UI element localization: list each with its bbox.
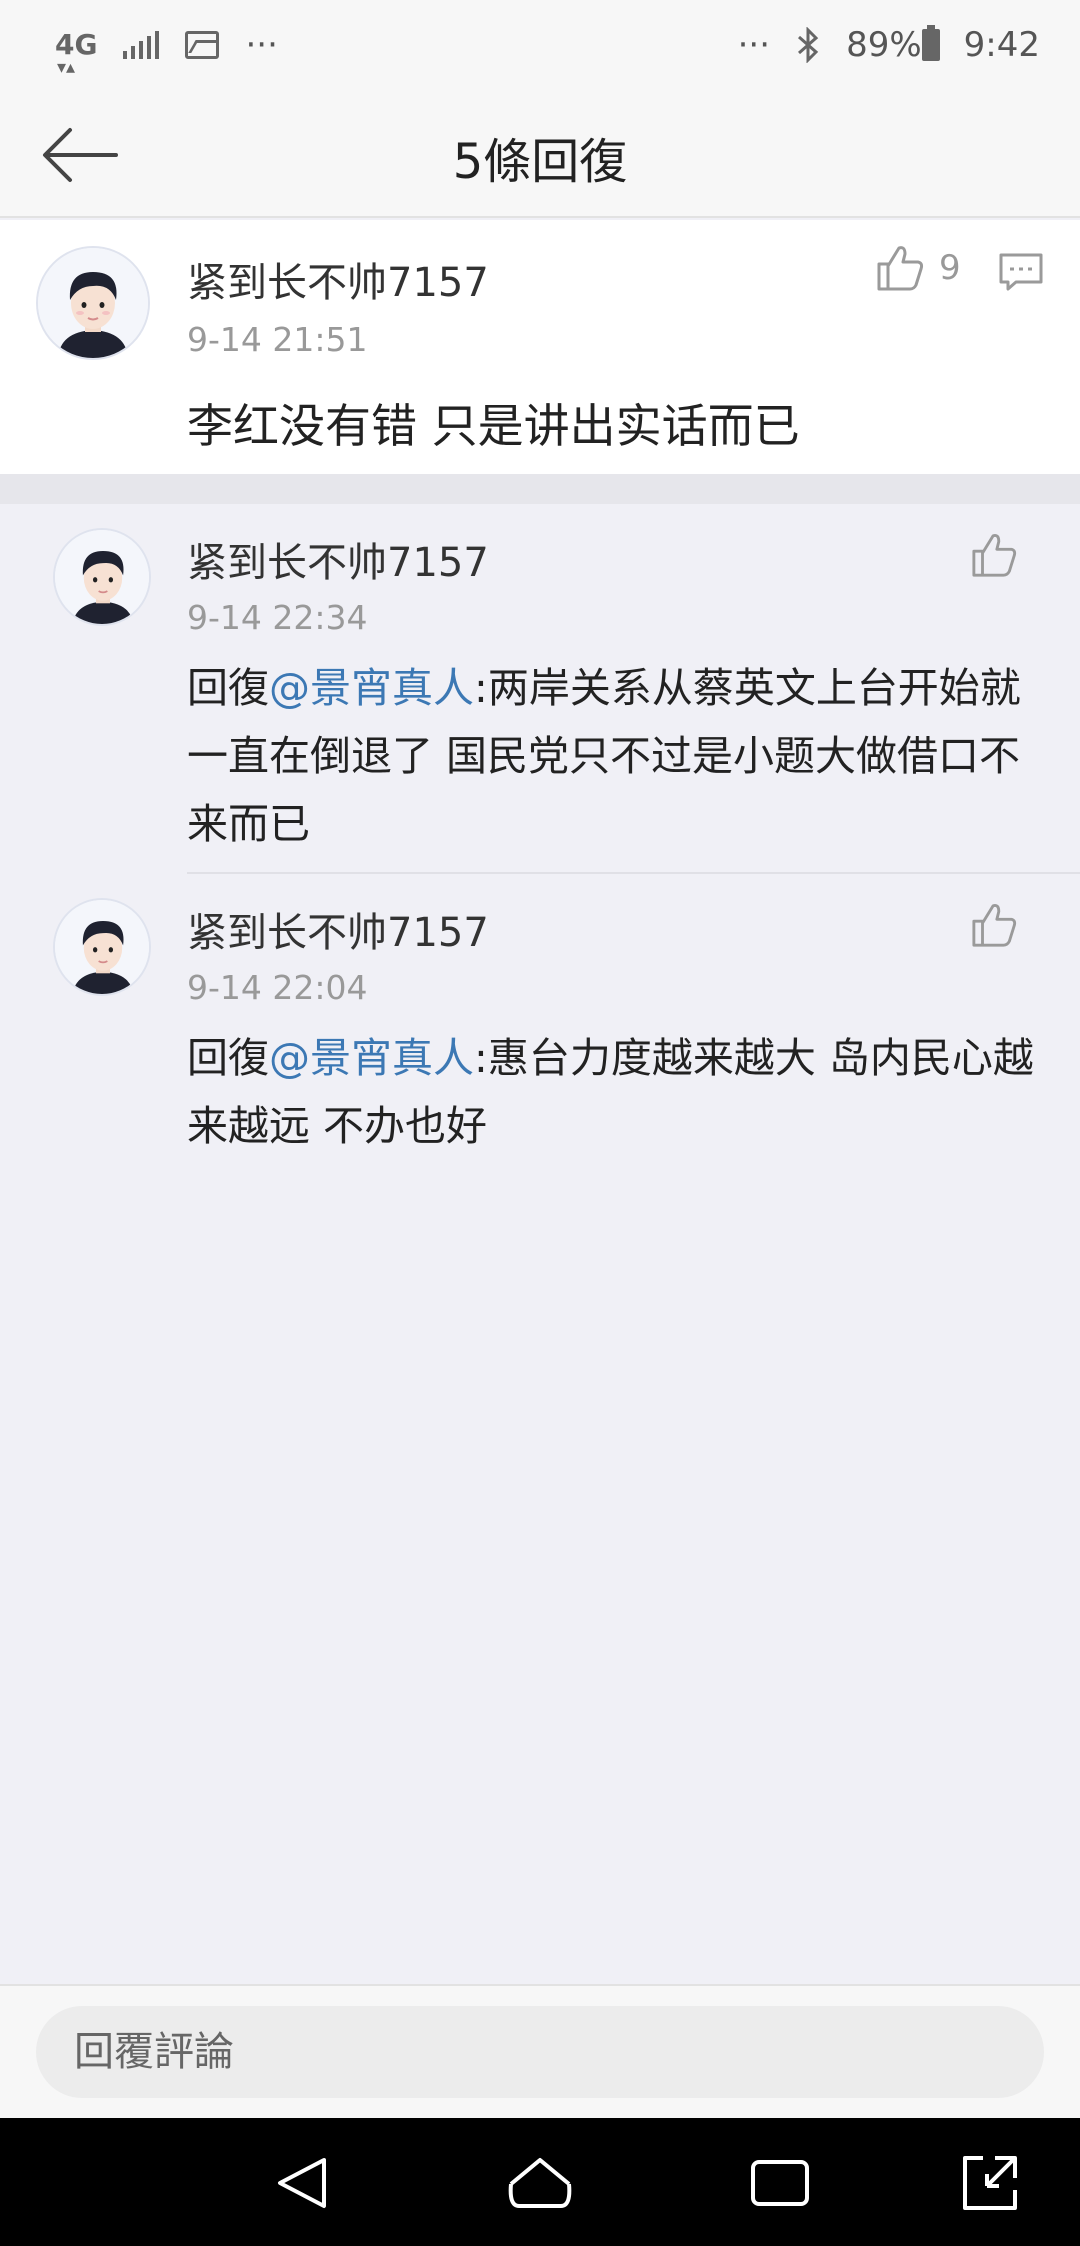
nav-recents-icon[interactable]: [745, 2148, 815, 2218]
reply-prefix: 回復: [187, 664, 269, 712]
like-button[interactable]: [970, 532, 1018, 578]
mention-link[interactable]: @景宵真人: [269, 664, 474, 712]
bluetooth-icon: [798, 27, 819, 63]
thumbs-up-icon: [877, 246, 924, 291]
thumbs-up-icon: [972, 534, 1017, 577]
like-button[interactable]: 9: [875, 244, 961, 292]
thumbs-up-icon: [972, 904, 1017, 947]
section-separator: [0, 474, 1080, 504]
reply-text: 回復@景宵真人:两岸关系从蔡英文上台开始就一直在倒退了 国民党只不过是小题大做借…: [187, 654, 1037, 858]
status-bar: 4G ▾▴ ··· ··· 89% 9:42: [0, 0, 1080, 90]
nav-back-icon[interactable]: [268, 2148, 338, 2218]
avatar[interactable]: [53, 528, 151, 626]
comment-icon[interactable]: [998, 252, 1044, 292]
mention-link[interactable]: @景宵真人: [269, 1034, 474, 1082]
list-item: 紧到长不帅7157 9-14 22:34 回復@景宵真人:两岸关系从蔡英文上台开…: [0, 504, 1080, 874]
timestamp: 9-14 22:04: [187, 968, 368, 1007]
main-comment: 紧到长不帅7157 9-14 21:51 李红没有错 只是讲出实话而已 9: [0, 220, 1080, 474]
username[interactable]: 紧到长不帅7157: [187, 250, 489, 308]
network-indicator: 4G ▾▴: [55, 28, 98, 78]
more-status-icon: ···: [737, 25, 771, 65]
username[interactable]: 紧到长不帅7157: [187, 530, 489, 588]
reply-text: 回復@景宵真人:惠台力度越来越大 岛内民心越来越远 不办也好: [187, 1024, 1037, 1160]
reply-comment-input[interactable]: [36, 2006, 1044, 2098]
system-nav-bar: [0, 2118, 1080, 2246]
signal-icon: [123, 31, 160, 59]
avatar[interactable]: [53, 898, 151, 996]
more-notifications-icon: ···: [245, 25, 278, 65]
reply-prefix: 回復: [187, 1034, 269, 1082]
reply-input-bar: [0, 1984, 1080, 2118]
timestamp: 9-14 21:51: [187, 320, 368, 359]
clock: 9:42: [963, 25, 1040, 65]
nav-expand-icon[interactable]: [955, 2148, 1025, 2218]
image-notification-icon: [185, 31, 220, 59]
battery-icon: [921, 25, 940, 61]
like-count: 9: [939, 248, 961, 288]
header: 5條回復: [0, 90, 1080, 218]
avatar[interactable]: [36, 246, 150, 360]
list-item: 紧到长不帅7157 9-14 22:04 回復@景宵真人:惠台力度越来越大 岛内…: [0, 874, 1080, 1174]
username[interactable]: 紧到长不帅7157: [187, 900, 489, 958]
timestamp: 9-14 22:34: [187, 598, 368, 637]
comment-text: 李红没有错 只是讲出实话而已: [187, 399, 800, 453]
page-title: 5條回復: [452, 134, 628, 190]
battery-percent: 89%: [846, 25, 922, 65]
like-button[interactable]: [970, 902, 1018, 948]
nav-home-icon[interactable]: [505, 2148, 575, 2218]
